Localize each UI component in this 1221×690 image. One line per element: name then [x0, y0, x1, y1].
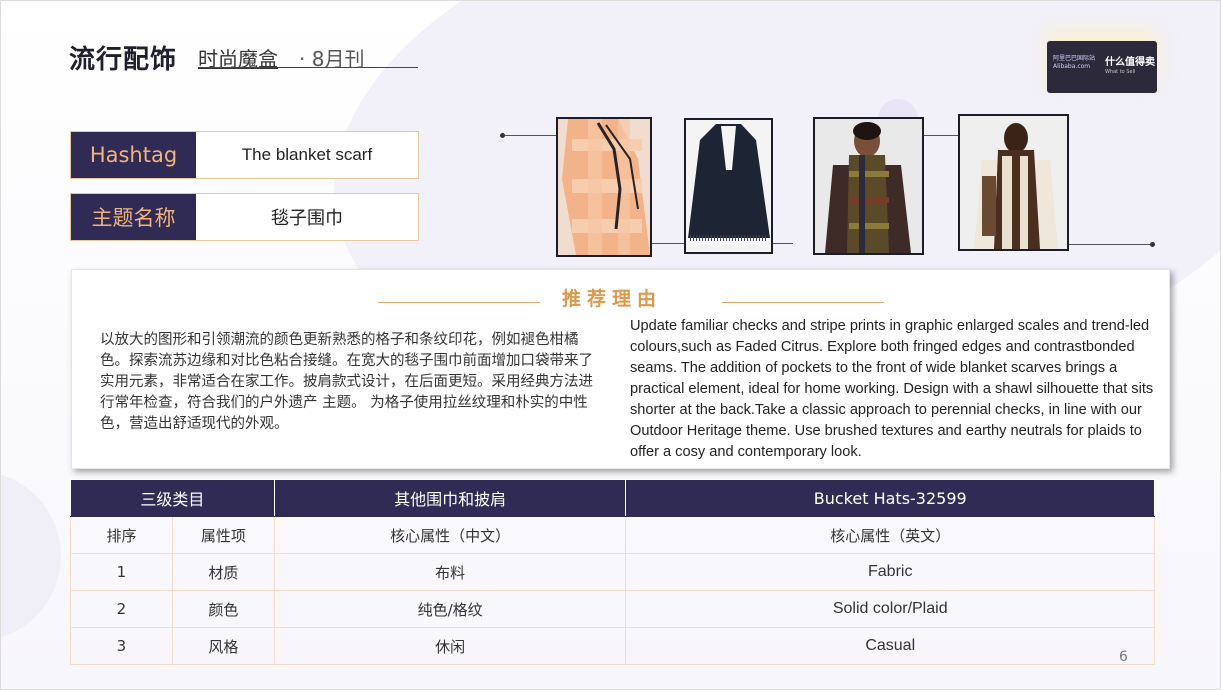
- product-photo-navy-cape: [684, 118, 773, 254]
- subheader-core-cn: 核心属性（中文）: [273, 516, 627, 554]
- connector-line: [923, 135, 959, 136]
- product-photo-plaid-scarf: [556, 117, 652, 257]
- reason-text-cn: 以放大的图形和引领潮流的颜色更新熟悉的格子和条纹印花，例如褪色柑橘色。探索流苏边…: [100, 332, 593, 432]
- subheader-attribute: 属性项: [171, 516, 275, 554]
- connector-dot: [500, 133, 505, 138]
- rank-cell: 1: [70, 553, 173, 591]
- header-category-code: Bucket Hats-32599: [625, 479, 1155, 517]
- core-en-cell: Casual: [625, 627, 1155, 665]
- table-header-row: 三级类目 其他围巾和披肩 Bucket Hats-32599: [70, 479, 1155, 517]
- logo-right-text: 什么值得卖: [1105, 57, 1155, 68]
- recommendation-panel: 推荐理由 以放大的图形和引领潮流的颜色更新熟悉的格子和条纹印花，例如褪色柑橘色。…: [71, 269, 1170, 469]
- navy-cape-image: [686, 120, 771, 252]
- core-cn-cell: 纯色/格纹: [273, 590, 627, 628]
- theme-value: 毯子围巾: [271, 208, 343, 229]
- reason-rule-left: [378, 302, 540, 303]
- subheader-rank: 排序: [70, 516, 173, 554]
- table-row: 3 风格 休闲 Casual: [70, 627, 1155, 665]
- header-category-level: 三级类目: [70, 479, 275, 517]
- table-row: 2 颜色 纯色/格纹 Solid color/Plaid: [70, 590, 1155, 628]
- connector-line: [503, 135, 557, 136]
- title-underline: [198, 67, 418, 68]
- product-photo-model-plaid: [813, 117, 924, 255]
- table-subheader-row: 排序 属性项 核心属性（中文） 核心属性（英文）: [70, 516, 1155, 554]
- theme-label: 主题名称: [71, 194, 196, 240]
- core-cn-cell: 布料: [273, 553, 627, 591]
- hashtag-row: Hashtag The blanket scarf: [70, 131, 419, 179]
- subheader-core-en: 核心属性（英文）: [625, 516, 1155, 554]
- reason-title: 推荐理由: [562, 288, 663, 310]
- attribute-cell: 风格: [171, 627, 275, 665]
- logo-right-small-text: What to Sell: [1105, 69, 1136, 75]
- theme-row: 主题名称 毯子围巾: [70, 193, 419, 241]
- connector-line: [1069, 244, 1153, 245]
- core-en-cell: Fabric: [625, 553, 1155, 591]
- page-number: 6: [1119, 649, 1128, 665]
- header-category-name: 其他围巾和披肩: [273, 479, 627, 517]
- rank-cell: 2: [70, 590, 173, 628]
- hashtag-value: The blanket scarf: [241, 145, 373, 164]
- core-en-cell: Solid color/Plaid: [625, 590, 1155, 628]
- logo: 阿里巴巴国际站 Alibaba.com 什么值得卖 What to Sell: [1047, 41, 1157, 93]
- page-title: 流行配饰: [69, 45, 178, 75]
- product-photo-model-stripe: [958, 114, 1069, 251]
- rank-cell: 3: [70, 627, 173, 665]
- attribute-table: 三级类目 其他围巾和披肩 Bucket Hats-32599 排序 属性项 核心…: [70, 479, 1155, 665]
- background-shape: [1, 471, 61, 641]
- table-row: 1 材质 布料 Fabric: [70, 553, 1155, 591]
- reason-text-en: Update familiar checks and stripe prints…: [630, 318, 1154, 460]
- logo-left-text: 阿里巴巴国际站 Alibaba.com: [1053, 55, 1096, 70]
- reason-rule-right: [722, 302, 884, 303]
- model-stripe-image: [960, 116, 1067, 249]
- connector-dot: [1150, 242, 1155, 247]
- attribute-cell: 颜色: [171, 590, 275, 628]
- plaid-scarf-image: [558, 119, 650, 255]
- model-plaid-image: [815, 119, 922, 253]
- hashtag-label: Hashtag: [71, 132, 196, 178]
- attribute-cell: 材质: [171, 553, 275, 591]
- slide: 流行配饰 时尚魔盒 · 8月刊 阿里巴巴国际站 Alibaba.com 什么值得…: [0, 0, 1221, 690]
- core-cn-cell: 休闲: [273, 627, 627, 665]
